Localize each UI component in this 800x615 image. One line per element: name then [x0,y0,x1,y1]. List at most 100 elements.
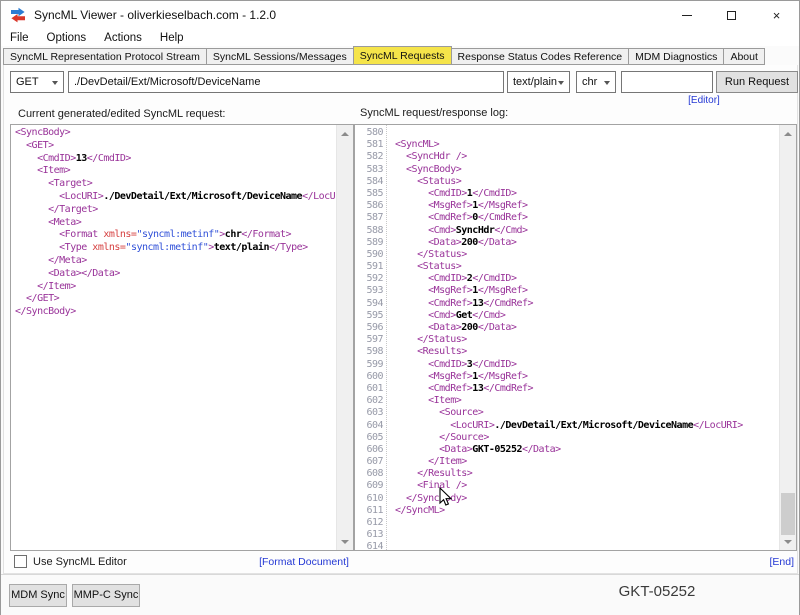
scroll-down-icon[interactable] [337,534,353,549]
request-editor-scrollbar[interactable] [336,125,353,550]
xml-token-tag: <MsgRef> [395,200,472,211]
code-line: <CmdID>3</CmdID> [395,359,779,371]
log-editor[interactable]: 5805815825835845855865875885895905915925… [354,124,797,551]
line-number: 608 [355,468,383,480]
scroll-up-icon[interactable] [337,126,353,141]
code-line: <GET> [15,140,336,153]
line-number: 602 [355,395,383,407]
request-editor[interactable]: <SyncBody> <GET> <CmdID>13</CmdID> <Item… [10,124,354,551]
xml-token-tag: </LocU [302,191,335,202]
code-line: <CmdRef>13</CmdRef> [395,383,779,395]
method-select[interactable]: GET [10,71,64,93]
xml-token-tag: <CmdID> [395,359,467,370]
device-name-text: GKT-05252 [601,583,713,600]
minimize-button[interactable] [664,1,709,29]
tab-response-status-codes-reference[interactable]: Response Status Codes Reference [451,48,630,65]
format-document-link[interactable]: [Format Document] [244,556,364,568]
xml-token-tag: </SyncBody> [395,493,467,504]
format-select[interactable]: chr [576,71,616,93]
scrollbar-thumb[interactable] [781,493,795,535]
content-type-select[interactable]: text/plain [507,71,570,93]
format-select-value: chr [582,76,597,88]
line-number: 584 [355,176,383,188]
log-editor-scrollbar[interactable] [779,125,796,550]
menu-item-actions[interactable]: Actions [95,31,151,45]
xml-token-tag: </Results> [395,468,472,479]
log-gutter: 5805815825835845855865875885895905915925… [355,125,387,550]
tab-syncml-representation-protocol-stream[interactable]: SyncML Representation Protocol Stream [3,48,207,65]
xml-token-tag: </Item> [395,456,467,467]
line-number: 609 [355,480,383,492]
minimize-icon [682,15,692,16]
xml-token-tag: </CmdID> [472,273,516,284]
xml-token-tag: </Data> [478,322,517,333]
xml-token-txt: chr [225,229,242,240]
xml-token-tag: </SyncML> [395,505,445,516]
xml-token-tag: </Cmd> [494,225,527,236]
xml-token-val: "syncml:metinf" [125,242,208,253]
code-line: <CmdRef>0</CmdRef> [395,212,779,224]
xml-token-txt: 13 [472,298,483,309]
mdm-sync-button[interactable]: MDM Sync [9,584,67,607]
mmpc-sync-button[interactable]: MMP-C Sync [72,584,140,607]
code-line: <Item> [15,165,336,178]
tab-about[interactable]: About [723,48,764,65]
scroll-up-icon[interactable] [780,126,796,141]
title-bar: SyncML Viewer - oliverkieselbach.com - 1… [1,1,799,29]
line-number: 586 [355,200,383,212]
close-button[interactable]: × [754,1,799,29]
xml-token-tag: </CmdID> [472,359,516,370]
line-number: 585 [355,188,383,200]
tab-mdm-diagnostics[interactable]: MDM Diagnostics [628,48,724,65]
menu-item-help[interactable]: Help [151,31,193,45]
xml-token-tag: <SyncBody> [395,164,461,175]
xml-token-tag: <Target> [15,178,92,189]
tab-syncml-requests[interactable]: SyncML Requests [353,46,452,65]
xml-token-tag: <Data></Data> [15,268,120,279]
code-line: <MsgRef>1</MsgRef> [395,285,779,297]
code-line: <LocURI>./DevDetail/Ext/Microsoft/Device… [15,191,336,204]
code-line: <Meta> [15,217,336,230]
code-line [395,541,779,550]
xml-token-txt: 200 [461,237,478,248]
xml-token-attr: xmlns= [92,242,125,253]
line-number: 597 [355,334,383,346]
scroll-down-icon[interactable] [780,534,796,549]
xml-token-txt: GKT-05252 [472,444,522,455]
xml-token-txt: 13 [472,383,483,394]
line-number: 601 [355,383,383,395]
code-line: </SyncBody> [15,306,336,319]
code-line: <CmdRef>13</CmdRef> [395,298,779,310]
menu-item-file[interactable]: File [1,31,38,45]
app-sync-icon [10,7,26,23]
xml-token-tag: <SyncBody> [15,127,70,138]
line-number: 588 [355,225,383,237]
xml-token-tag: </CmdID> [472,188,516,199]
uri-input[interactable] [68,71,504,93]
code-line: </Target> [15,204,336,217]
code-line: </Item> [15,281,336,294]
end-link[interactable]: [End] [739,556,794,568]
tab-syncml-sessions-messages[interactable]: SyncML Sessions/Messages [206,48,354,65]
code-line: <Results> [395,346,779,358]
line-number: 604 [355,420,383,432]
code-line: <SyncBody> [395,164,779,176]
code-line: <Cmd>Get</Cmd> [395,310,779,322]
line-number: 593 [355,285,383,297]
code-line: <Source> [395,407,779,419]
xml-token-tag: </CmdRef> [483,298,533,309]
line-number: 605 [355,432,383,444]
xml-token-tag: <Status> [395,176,461,187]
maximize-button[interactable] [709,1,754,29]
menu-item-options[interactable]: Options [38,31,96,45]
use-syncml-editor-checkbox[interactable] [14,555,27,568]
editor-link[interactable]: [Editor] [666,95,742,106]
xml-token-tag: <Cmd> [395,225,456,236]
line-number: 606 [355,444,383,456]
xml-token-tag: <Source> [395,407,483,418]
data-input[interactable] [621,71,713,93]
line-number: 594 [355,298,383,310]
run-request-button[interactable]: Run Request [716,71,798,93]
xml-token-tag: </Data> [522,444,561,455]
xml-token-tag: </GET> [15,293,59,304]
